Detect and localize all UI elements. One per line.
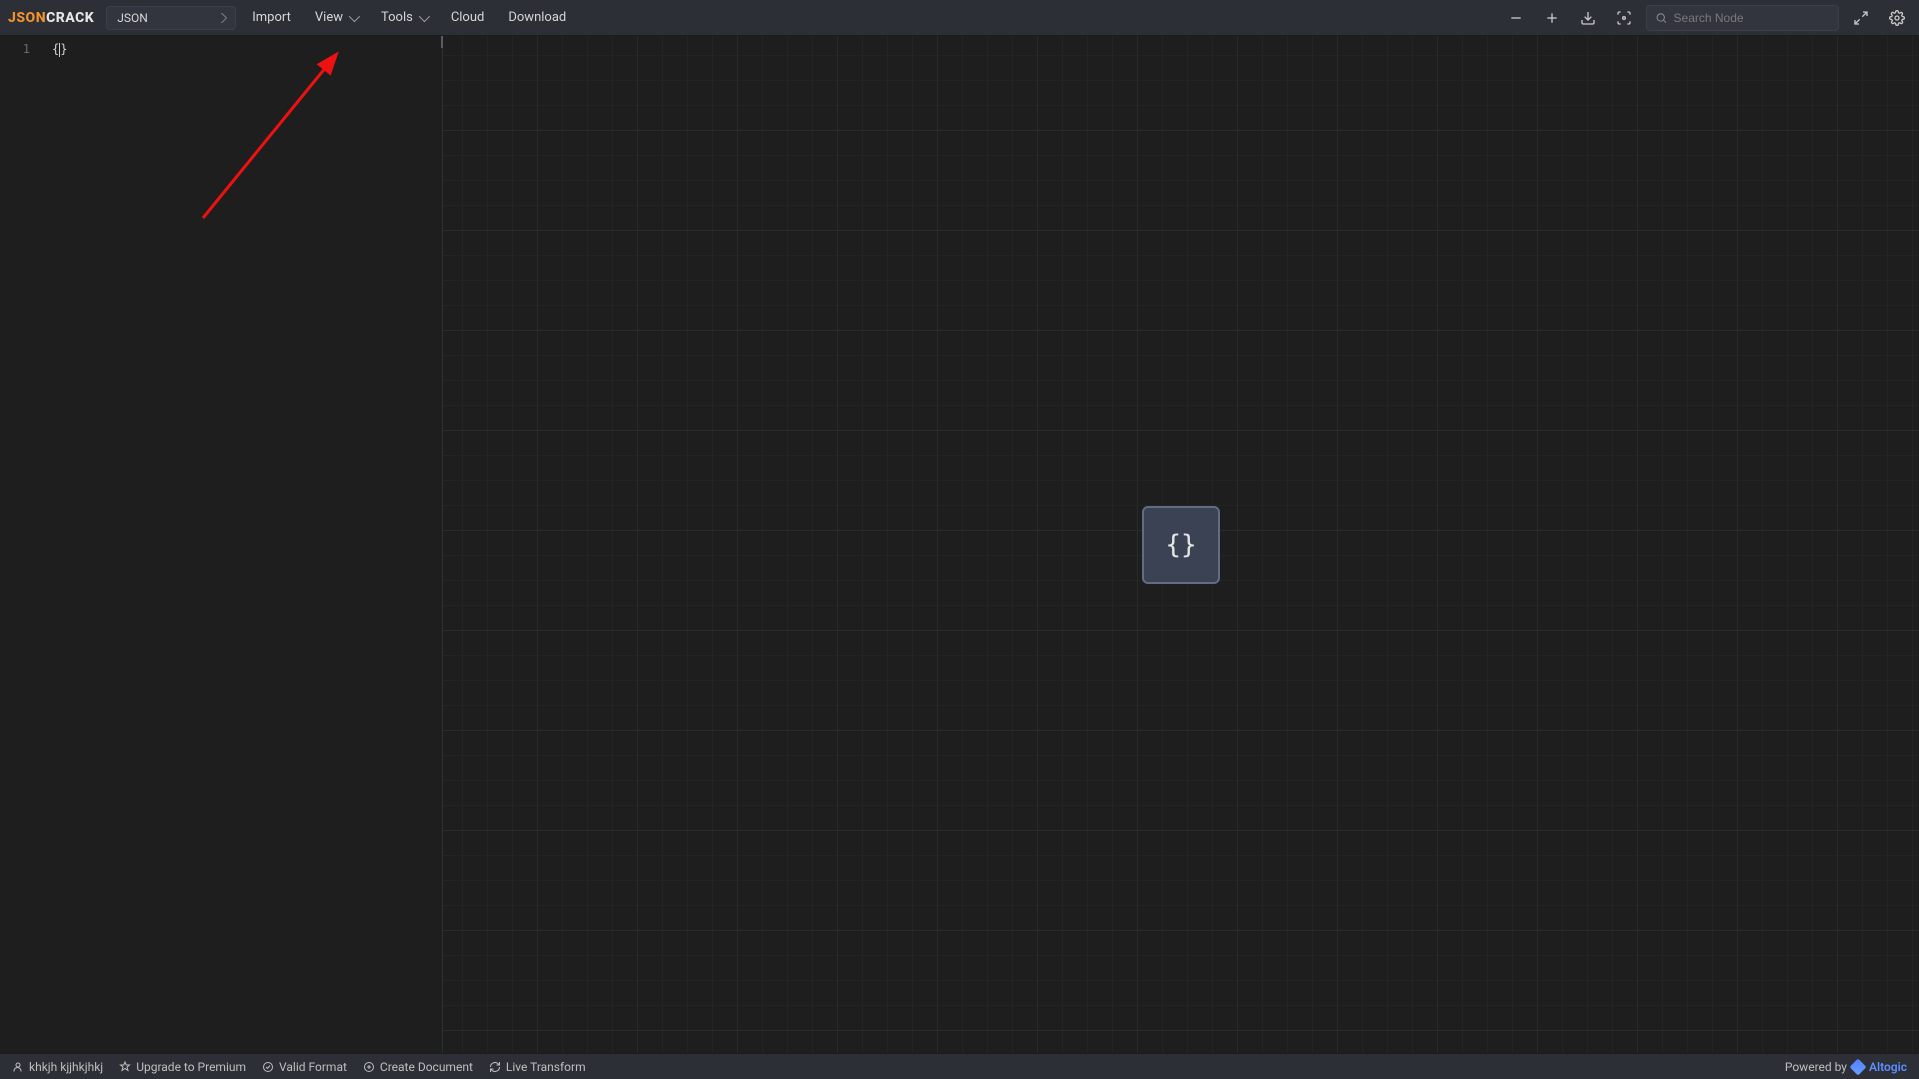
create-document-label: Create Document (380, 1060, 473, 1074)
center-view-button[interactable] (1610, 4, 1638, 32)
powered-by-brand: Altogic (1869, 1060, 1907, 1074)
editor-gutter: 1 (0, 36, 48, 1053)
menu-tools-label: Tools (381, 10, 413, 25)
bottombar: khkjh kjjhkjhkj Upgrade to Premium Valid… (0, 1053, 1919, 1079)
code-brace-close: } (60, 42, 67, 56)
live-transform-toggle[interactable]: Live Transform (489, 1060, 586, 1074)
user-icon (12, 1061, 24, 1073)
menu-cloud[interactable]: Cloud (443, 6, 493, 29)
graph-canvas[interactable]: {} (443, 36, 1919, 1053)
user-name: khkjh kjjhkjhkj (29, 1060, 103, 1074)
app-root: JSONCRACK JSON Import View Tools Cloud D… (0, 0, 1919, 1079)
app-logo: JSONCRACK (8, 10, 94, 26)
menu-tools[interactable]: Tools (373, 6, 435, 29)
valid-format-indicator[interactable]: Valid Format (262, 1060, 347, 1074)
format-select[interactable]: JSON (106, 6, 236, 30)
focus-icon (1616, 10, 1632, 26)
menu-cloud-label: Cloud (451, 10, 485, 25)
plus-icon (1544, 10, 1560, 26)
code-brace-open: { (52, 42, 59, 56)
search-input[interactable] (1674, 11, 1830, 25)
logo-part-crack: CRACK (46, 10, 94, 26)
altogic-icon (1849, 1058, 1866, 1075)
gear-icon (1889, 10, 1905, 26)
menu-import-label: Import (252, 10, 291, 25)
root-node[interactable]: {} (1142, 506, 1220, 584)
download-icon (1580, 10, 1596, 26)
premium-icon (119, 1061, 131, 1073)
sync-icon (489, 1061, 501, 1073)
valid-format-label: Valid Format (279, 1060, 347, 1074)
plus-circle-icon (363, 1061, 375, 1073)
format-select-value: JSON (117, 11, 148, 25)
download-image-button[interactable] (1574, 4, 1602, 32)
chevron-down-icon (349, 10, 360, 21)
upgrade-label: Upgrade to Premium (136, 1060, 246, 1074)
search-box[interactable] (1646, 5, 1839, 31)
line-number: 1 (0, 40, 30, 58)
powered-by-label: Powered by (1785, 1060, 1847, 1074)
fullscreen-button[interactable] (1847, 4, 1875, 32)
upgrade-link[interactable]: Upgrade to Premium (119, 1060, 246, 1074)
code-editor[interactable]: {} (48, 36, 442, 1053)
powered-by[interactable]: Powered by Altogic (1785, 1060, 1907, 1074)
menu-download[interactable]: Download (500, 6, 574, 29)
editor-pane: 1 {} (0, 36, 443, 1053)
check-circle-icon (262, 1061, 274, 1073)
live-transform-label: Live Transform (506, 1060, 586, 1074)
menu-view[interactable]: View (307, 6, 365, 29)
menu-view-label: View (315, 10, 343, 25)
settings-button[interactable] (1883, 4, 1911, 32)
minus-icon (1508, 10, 1524, 26)
zoom-out-button[interactable] (1502, 4, 1530, 32)
root-node-label: {} (1165, 530, 1196, 560)
search-icon (1655, 11, 1668, 25)
menu-import[interactable]: Import (244, 6, 299, 29)
main-area: 1 {} {} (0, 36, 1919, 1053)
chevron-down-icon (419, 10, 430, 21)
topbar: JSONCRACK JSON Import View Tools Cloud D… (0, 0, 1919, 36)
maximize-icon (1853, 10, 1869, 26)
zoom-in-button[interactable] (1538, 4, 1566, 32)
logo-part-json: JSON (8, 10, 46, 26)
user-indicator[interactable]: khkjh kjjhkjhkj (12, 1060, 103, 1074)
menu-download-label: Download (508, 10, 566, 25)
create-document-button[interactable]: Create Document (363, 1060, 473, 1074)
